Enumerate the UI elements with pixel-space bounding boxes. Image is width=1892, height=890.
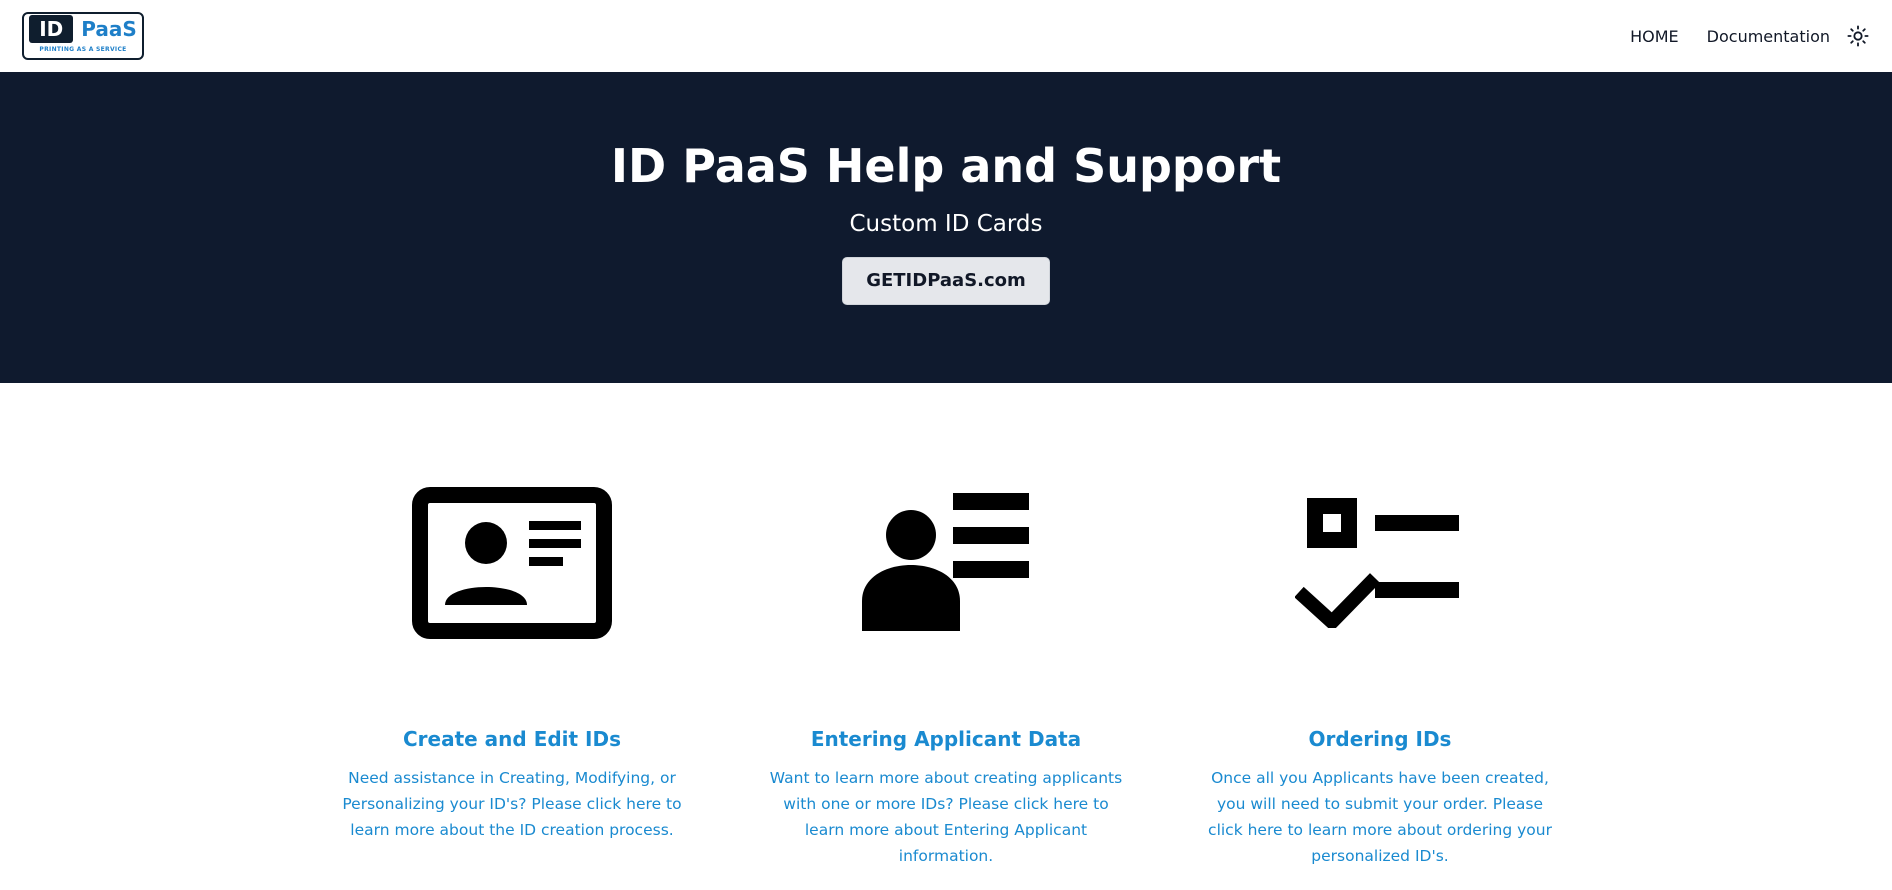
- feature-title[interactable]: Ordering IDs: [1309, 727, 1452, 751]
- theme-toggle-button[interactable]: [1846, 24, 1870, 48]
- logo-paas-text: PaaS: [81, 17, 137, 41]
- feature-description[interactable]: Need assistance in Creating, Modifying, …: [332, 765, 692, 843]
- hero-banner: ID PaaS Help and Support Custom ID Cards…: [0, 72, 1892, 383]
- idpaas-logo[interactable]: ID PaaS PRINTING AS A SERVICE: [22, 12, 144, 60]
- feature-card-ordering-ids[interactable]: Ordering IDs Once all you Applicants hav…: [1200, 483, 1560, 869]
- nav-link-documentation[interactable]: Documentation: [1707, 27, 1830, 46]
- nav-link-home[interactable]: HOME: [1630, 27, 1679, 46]
- nav-menu: HOME Documentation: [1630, 24, 1870, 48]
- help-topics: Create and Edit IDs Need assistance in C…: [0, 383, 1892, 869]
- feature-card-create-edit-ids[interactable]: Create and Edit IDs Need assistance in C…: [332, 483, 692, 869]
- logo-tagline: PRINTING AS A SERVICE: [39, 46, 127, 53]
- get-idpaas-button[interactable]: GETIDPaaS.com: [842, 256, 1050, 305]
- top-navbar: ID PaaS PRINTING AS A SERVICE HOME Docum…: [0, 0, 1892, 72]
- hero-title: ID PaaS Help and Support: [610, 139, 1282, 193]
- logo-mark: ID PaaS: [29, 15, 137, 43]
- feature-card-entering-applicant-data[interactable]: Entering Applicant Data Want to learn mo…: [766, 483, 1126, 869]
- sun-icon: [1847, 25, 1869, 47]
- checklist-icon: [1275, 483, 1485, 643]
- feature-description[interactable]: Once all you Applicants have been create…: [1200, 765, 1560, 869]
- id-card-icon: [407, 483, 617, 643]
- applicant-data-icon: [841, 483, 1051, 643]
- feature-title[interactable]: Create and Edit IDs: [403, 727, 621, 751]
- logo-id-text: ID: [29, 15, 74, 43]
- feature-description[interactable]: Want to learn more about creating applic…: [766, 765, 1126, 869]
- hero-subtitle: Custom ID Cards: [849, 210, 1043, 237]
- feature-title[interactable]: Entering Applicant Data: [811, 727, 1081, 751]
